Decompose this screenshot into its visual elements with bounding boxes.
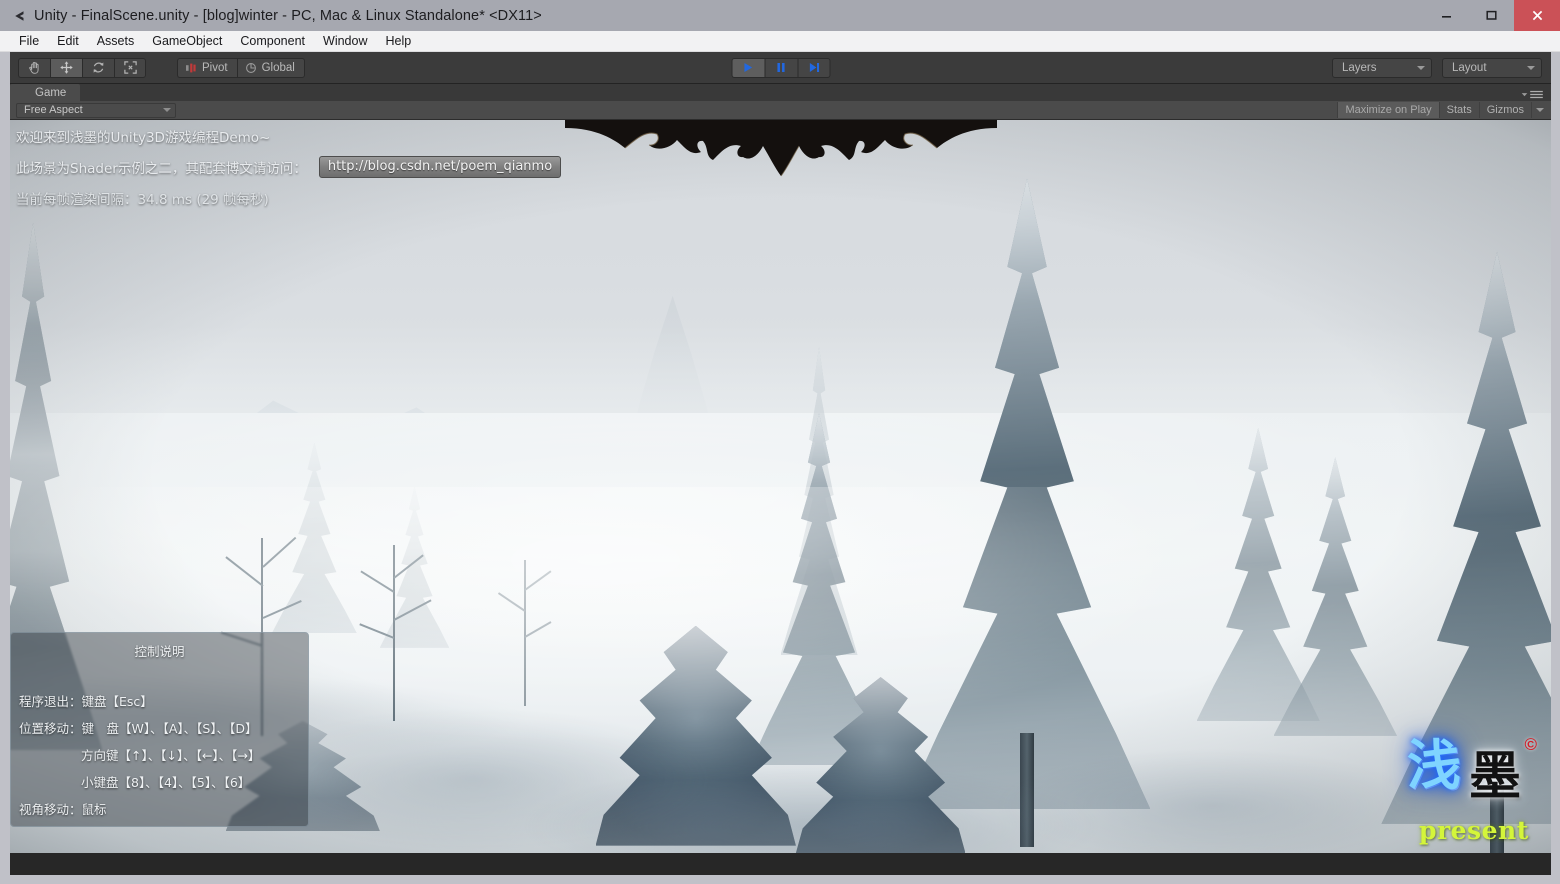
tab-game[interactable]: Game [10, 84, 81, 101]
game-view-bottom-strip [10, 853, 1551, 875]
chevron-down-icon [1536, 108, 1544, 112]
title-bar: Unity - FinalScene.unity - [blog]winter … [0, 0, 1560, 31]
minimize-button[interactable] [1424, 0, 1469, 31]
stats-button[interactable]: Stats [1438, 102, 1479, 118]
move-icon [60, 61, 73, 74]
global-toggle-button[interactable]: Global [236, 57, 305, 78]
scale-tool-button[interactable] [114, 57, 146, 78]
global-icon [245, 62, 256, 73]
control-line-numpad: 小键盘【8】、【4】、【5】、【6】 [81, 775, 251, 790]
controls-title: 控制说明 [134, 644, 185, 659]
menu-item-assets[interactable]: Assets [88, 32, 144, 51]
menu-item-help[interactable]: Help [376, 32, 420, 51]
step-button[interactable] [797, 57, 830, 78]
play-button[interactable] [731, 57, 764, 78]
game-view-toolbar: Free Aspect Maximize on Play Stats Gizmo… [10, 101, 1551, 120]
scale-icon [123, 61, 137, 74]
transform-tools-group [18, 57, 146, 78]
pivot-handle-group: Pivot Global [177, 57, 305, 78]
chevron-down-icon [1527, 65, 1535, 70]
unity-toolbar: Pivot Global Layers Layout [10, 52, 1551, 84]
game-view-icon [19, 87, 25, 98]
maximize-button[interactable] [1469, 0, 1514, 31]
pause-button[interactable] [764, 57, 797, 78]
game-render-surface[interactable]: 欢迎来到浅墨的Unity3D游戏编程Demo~ 此场景为Shader示例之二，其… [10, 120, 1551, 853]
aspect-ratio-value: Free Aspect [24, 104, 83, 116]
hamburger-icon [1530, 90, 1543, 99]
chevron-down-icon [1417, 65, 1425, 70]
chevron-down-icon [1521, 93, 1528, 97]
controls-lines: 程序退出：键盘【Esc】 位置移动：键 盘【W】、【A】、【S】、【D】 方向键… [19, 691, 302, 818]
gizmos-dropdown-button[interactable] [1531, 102, 1549, 118]
layers-dropdown[interactable]: Layers [1332, 57, 1432, 78]
control-line-exit: 程序退出：键盘【Esc】 [19, 694, 153, 709]
game-view-panel: Game Free Aspect Maximize on Play Stats … [10, 84, 1551, 875]
menu-item-component[interactable]: Component [231, 32, 314, 51]
controls-instructions-box: 控制说明 程序退出：键盘【Esc】 位置移动：键 盘【W】、【A】、【S】、【D… [10, 632, 309, 827]
window-title: Unity - FinalScene.unity - [blog]winter … [34, 7, 542, 24]
pause-icon [777, 63, 785, 72]
step-icon [809, 63, 819, 72]
pivot-label: Pivot [202, 61, 228, 74]
control-line-move-wasd: 位置移动：键 盘【W】、【A】、【S】、【D】 [19, 721, 258, 736]
unity-logo-icon [11, 8, 27, 24]
menu-item-gameobject[interactable]: GameObject [143, 32, 231, 51]
global-label: Global [261, 61, 295, 74]
menu-item-edit[interactable]: Edit [48, 32, 88, 51]
editor-body: Pivot Global Layers Layout Game Free Asp… [0, 52, 1560, 884]
rotate-icon [93, 62, 104, 73]
hand-tool-button[interactable] [18, 57, 50, 78]
tab-game-label: Game [35, 86, 67, 99]
menu-item-file[interactable]: File [10, 32, 48, 51]
maximize-icon [1486, 10, 1497, 20]
rotate-tool-button[interactable] [82, 57, 114, 78]
menu-bar: File Edit Assets GameObject Component Wi… [0, 31, 1560, 52]
maximize-on-play-button[interactable]: Maximize on Play [1337, 102, 1439, 118]
unity-editor-window: Unity - FinalScene.unity - [blog]winter … [0, 0, 1560, 884]
blog-url-button[interactable]: http://blog.csdn.net/poem_qianmo [318, 156, 562, 178]
toolbar-right-group: Layers Layout [1332, 57, 1542, 78]
aspect-ratio-dropdown[interactable]: Free Aspect [16, 102, 176, 118]
minimize-icon [1442, 16, 1451, 18]
close-icon [1532, 10, 1542, 21]
move-tool-button[interactable] [50, 57, 82, 78]
panel-menu-icon[interactable] [1521, 90, 1543, 99]
pivot-icon [186, 63, 196, 72]
layout-dropdown[interactable]: Layout [1442, 57, 1542, 78]
game-tab-row: Game [10, 84, 1551, 101]
gizmos-button[interactable]: Gizmos [1478, 102, 1531, 118]
hand-icon [29, 62, 39, 74]
play-icon [744, 63, 753, 72]
layers-label: Layers [1342, 61, 1377, 74]
control-line-look: 视角移动：鼠标 [19, 802, 107, 817]
game-view-toolbar-right: Maximize on Play Stats Gizmos [1337, 102, 1549, 118]
layout-label: Layout [1452, 61, 1487, 74]
window-controls [1424, 0, 1560, 31]
playback-controls [731, 57, 830, 78]
pivot-toggle-button[interactable]: Pivot [177, 57, 237, 78]
control-line-arrows: 方向键【↑】、【↓】、【←】、【→】 [81, 748, 261, 763]
menu-item-window[interactable]: Window [314, 32, 376, 51]
chevron-down-icon [163, 108, 171, 112]
close-button[interactable] [1514, 0, 1560, 31]
